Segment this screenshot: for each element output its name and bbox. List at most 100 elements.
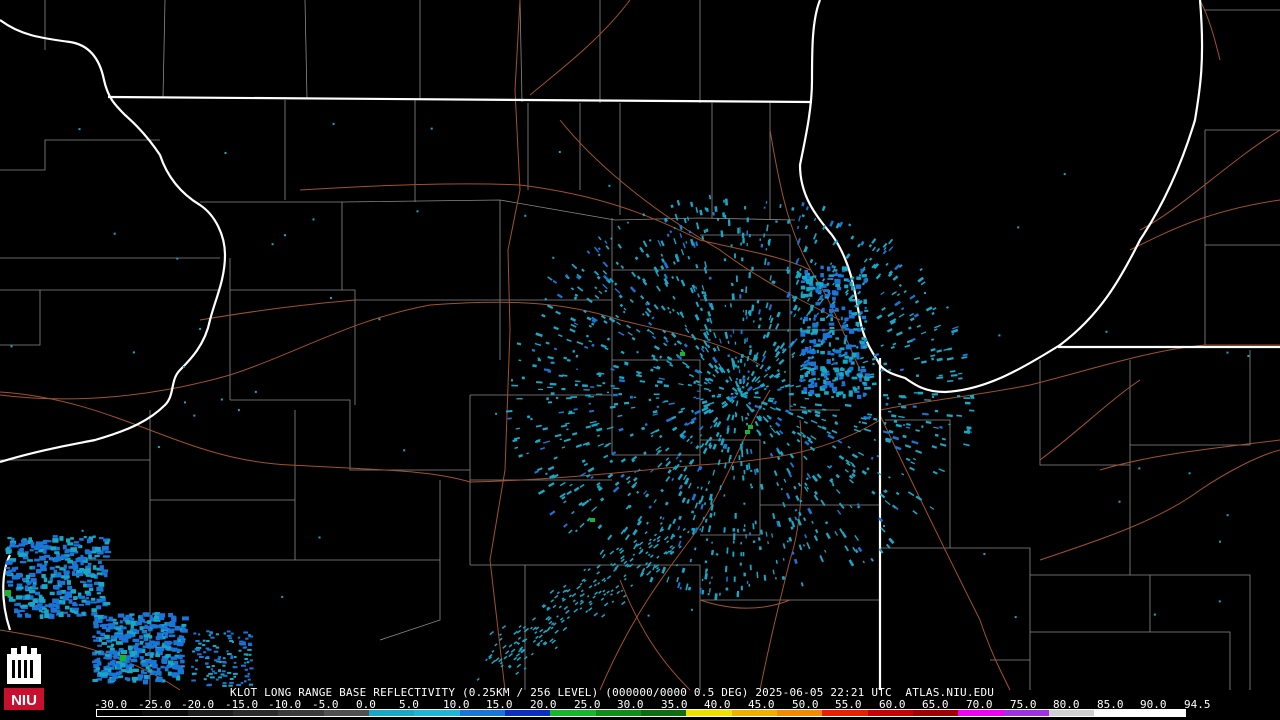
echo-pixel bbox=[254, 390, 257, 393]
echo-pixel bbox=[831, 429, 838, 434]
echo-pixel bbox=[810, 304, 814, 308]
echo-pixel bbox=[870, 557, 874, 562]
echo-pixel bbox=[708, 587, 711, 593]
echo-pixel bbox=[672, 261, 676, 265]
echo-pixel bbox=[836, 287, 842, 291]
echo-pixel bbox=[687, 482, 692, 489]
echo-pixel bbox=[718, 386, 725, 390]
echo-pixel bbox=[828, 334, 833, 338]
echo-pixel bbox=[160, 626, 164, 630]
echo-pixel bbox=[707, 311, 712, 317]
echo-pixel bbox=[704, 518, 708, 523]
echo-pixel bbox=[5, 590, 11, 596]
echo-pixel bbox=[550, 599, 555, 603]
echo-pixel bbox=[683, 466, 688, 472]
echo-pixel bbox=[63, 597, 69, 601]
echo-pixel bbox=[226, 653, 232, 655]
echo-pixel bbox=[800, 285, 806, 290]
echo-pixel bbox=[712, 356, 718, 364]
echo-pixel bbox=[924, 399, 931, 401]
echo-pixel bbox=[747, 370, 750, 374]
echo-pixel bbox=[934, 433, 939, 437]
echo-pixel bbox=[226, 630, 231, 633]
echo-pixel bbox=[735, 377, 739, 381]
echo-pixel bbox=[507, 417, 512, 420]
echo-pixel bbox=[677, 582, 681, 589]
echo-pixel bbox=[888, 476, 891, 479]
echo-pixel bbox=[820, 317, 825, 321]
echo-pixel bbox=[786, 540, 789, 543]
echo-pixel bbox=[56, 590, 62, 596]
echo-pixel bbox=[55, 565, 60, 569]
echo-pixel bbox=[678, 490, 683, 497]
echo-pixel bbox=[732, 540, 735, 544]
echo-pixel bbox=[835, 337, 840, 340]
echo-pixel bbox=[693, 396, 697, 399]
echo-pixel bbox=[776, 368, 780, 373]
echo-pixel bbox=[726, 446, 730, 453]
echo-pixel bbox=[94, 620, 98, 626]
echo-pixel bbox=[116, 663, 121, 669]
echo-pixel bbox=[597, 443, 604, 447]
echo-pixel bbox=[58, 612, 64, 617]
echo-pixel bbox=[330, 297, 332, 299]
echo-pixel bbox=[5, 547, 10, 552]
echo-pixel bbox=[769, 275, 772, 281]
echo-pixel bbox=[665, 460, 672, 468]
echo-pixel bbox=[162, 636, 166, 640]
echo-pixel bbox=[902, 434, 907, 439]
echo-pixel bbox=[213, 650, 219, 653]
echo-pixel bbox=[571, 263, 578, 270]
echo-pixel bbox=[838, 502, 845, 510]
echo-pixel bbox=[202, 644, 206, 647]
echo-pixel bbox=[6, 580, 14, 584]
echo-pixel bbox=[834, 269, 838, 272]
echo-pixel bbox=[87, 539, 91, 544]
color-bar-segment bbox=[232, 710, 279, 716]
echo-pixel bbox=[687, 255, 691, 260]
echo-pixel bbox=[149, 615, 153, 619]
echo-pixel bbox=[50, 546, 57, 551]
echo-pixel bbox=[575, 380, 581, 383]
echo-pixel bbox=[731, 465, 735, 471]
echo-pixel bbox=[807, 410, 812, 413]
echo-pixel bbox=[816, 343, 821, 347]
echo-pixel bbox=[142, 612, 148, 616]
echo-pixel bbox=[723, 258, 727, 262]
echo-pixel bbox=[862, 345, 868, 349]
echo-pixel bbox=[209, 632, 213, 635]
echo-pixel bbox=[762, 407, 766, 411]
echo-pixel bbox=[513, 640, 518, 645]
echo-pixel bbox=[110, 635, 116, 640]
echo-pixel bbox=[549, 382, 557, 386]
echo-pixel bbox=[711, 394, 716, 398]
echo-pixel bbox=[712, 416, 719, 424]
color-bar-segment bbox=[97, 710, 143, 716]
echo-pixel bbox=[822, 385, 828, 389]
echo-pixel bbox=[648, 321, 653, 326]
echo-pixel bbox=[196, 646, 199, 649]
echo-pixel bbox=[25, 574, 31, 580]
echo-pixel bbox=[772, 513, 776, 520]
echo-pixel bbox=[665, 417, 673, 423]
echo-pixel bbox=[750, 486, 754, 489]
echo-pixel bbox=[596, 571, 601, 575]
echo-pixel bbox=[86, 574, 92, 577]
echo-pixel bbox=[827, 350, 831, 355]
echo-pixel bbox=[568, 410, 573, 414]
echo-pixel bbox=[208, 634, 211, 637]
echo-pixel bbox=[828, 314, 834, 317]
echo-pixel bbox=[643, 490, 648, 495]
echo-pixel bbox=[670, 204, 674, 208]
echo-pixel bbox=[1226, 514, 1229, 517]
niu-logo: NIU bbox=[2, 644, 46, 716]
echo-pixel bbox=[606, 426, 614, 430]
echo-pixel bbox=[530, 652, 534, 656]
echo-pixel bbox=[650, 430, 656, 435]
color-bar-segment bbox=[187, 710, 233, 716]
echo-pixel bbox=[87, 562, 92, 566]
echo-pixel bbox=[28, 537, 32, 542]
echo-pixel bbox=[854, 534, 860, 541]
echo-pixel bbox=[36, 569, 42, 574]
echo-pixel bbox=[596, 427, 603, 432]
